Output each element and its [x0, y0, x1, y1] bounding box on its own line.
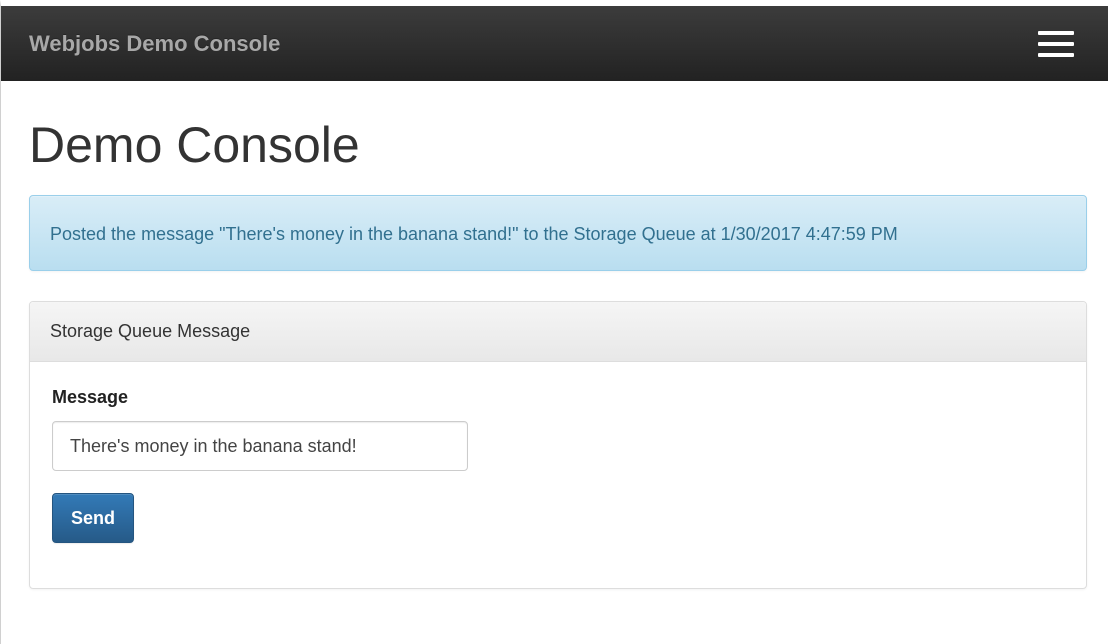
hamburger-bar [1038, 30, 1074, 35]
hamburger-bar [1038, 41, 1074, 46]
browser-viewport: Webjobs Demo Console Demo Console Posted… [0, 0, 1108, 644]
navbar-brand[interactable]: Webjobs Demo Console [29, 31, 280, 57]
hamburger-bar [1038, 52, 1074, 57]
top-navbar: Webjobs Demo Console [1, 6, 1108, 81]
storage-queue-panel: Storage Queue Message Message Send [29, 301, 1087, 589]
page-title: Demo Console [29, 117, 360, 173]
main-container: Demo Console Posted the message "There's… [1, 115, 1108, 589]
panel-body: Message Send [30, 362, 1086, 568]
panel-heading: Storage Queue Message [30, 302, 1086, 362]
message-label: Message [52, 387, 129, 407]
alert-message: Posted the message "There's money in the… [50, 224, 898, 244]
hamburger-menu-icon[interactable] [1038, 30, 1074, 57]
panel-title: Storage Queue Message [50, 321, 251, 341]
success-alert: Posted the message "There's money in the… [29, 195, 1087, 271]
send-button[interactable]: Send [52, 493, 135, 543]
message-input[interactable] [52, 421, 468, 471]
